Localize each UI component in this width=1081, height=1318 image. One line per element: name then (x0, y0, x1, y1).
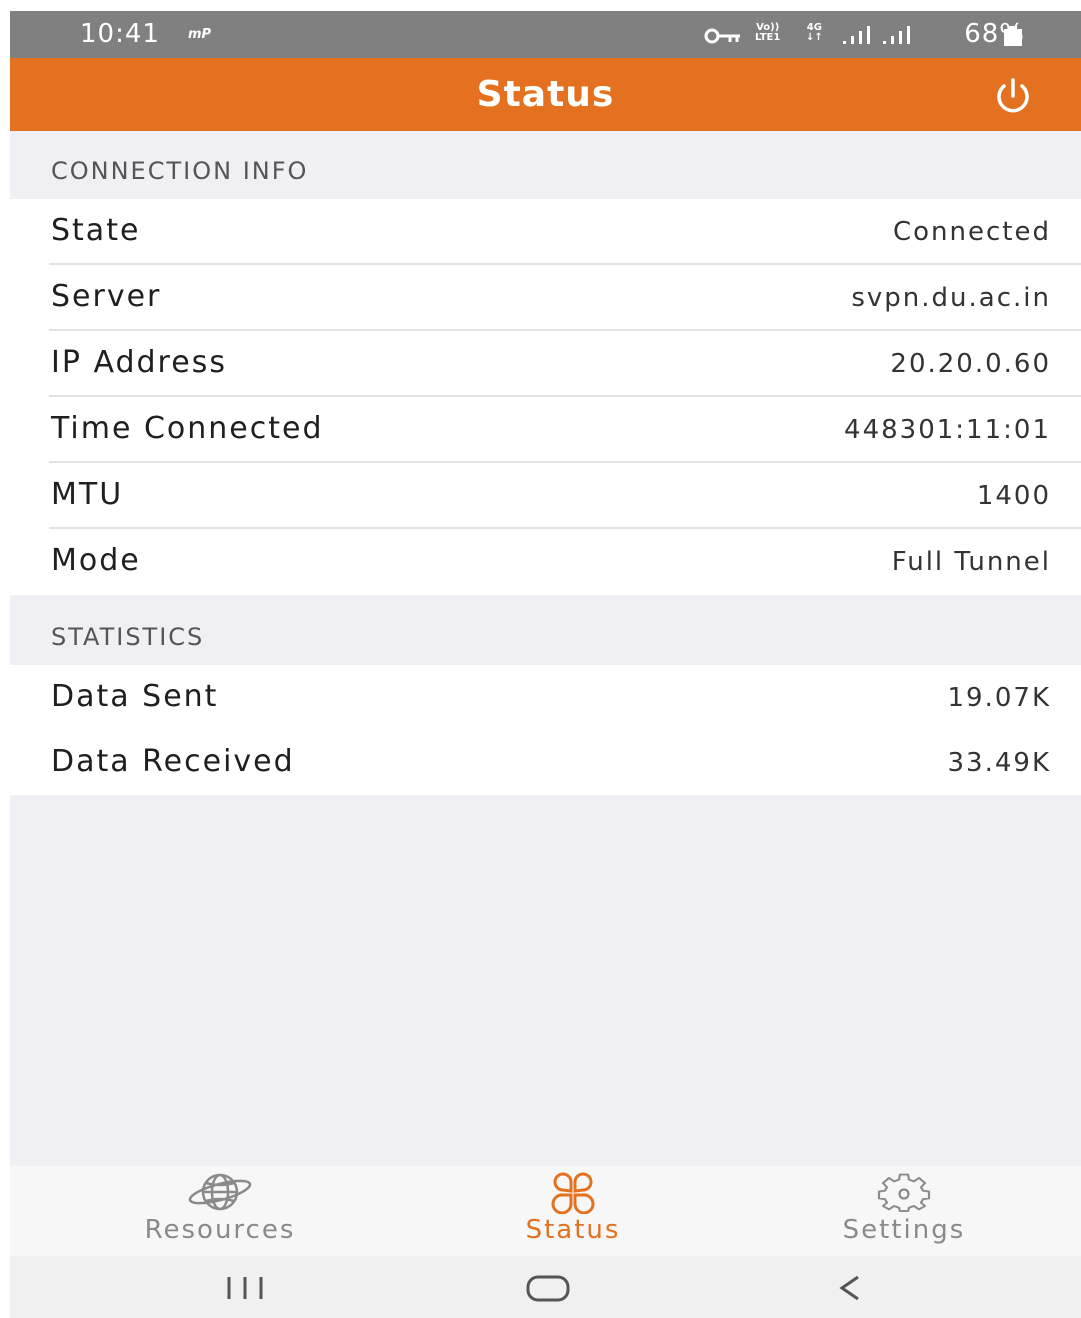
status-bar: 10:41 mP Vo)) LTE1 4G ↓↑ 68% (10, 11, 1081, 58)
tab-bar: Resources Status Settings (10, 1166, 1081, 1256)
list-item: Mode Full Tunnel (10, 529, 1081, 595)
row-label: Server (51, 279, 162, 314)
list-item: State Connected (10, 199, 1081, 265)
signal-icon (843, 26, 873, 50)
key-icon (704, 28, 742, 48)
row-value: 1400 (976, 481, 1051, 511)
list-item: IP Address 20.20.0.60 (10, 331, 1081, 397)
recent-apps-icon[interactable] (206, 1266, 286, 1310)
connection-info-list: State Connected Server svpn.du.ac.in IP … (10, 199, 1081, 595)
list-item: Data Sent 19.07K (10, 665, 1081, 730)
volte-icon: Vo)) LTE1 (755, 22, 781, 43)
row-label: Time Connected (51, 411, 324, 446)
list-item: MTU 1400 (10, 463, 1081, 529)
tab-settings[interactable]: Settings (784, 1166, 1024, 1256)
tab-label: Status (525, 1215, 621, 1245)
row-value: 20.20.0.60 (890, 349, 1051, 379)
row-value: svpn.du.ac.in (851, 283, 1051, 313)
clock: 10:41 (80, 19, 160, 49)
gear-icon (869, 1172, 939, 1218)
row-value: 33.49K (947, 748, 1051, 778)
power-icon[interactable] (993, 76, 1033, 116)
row-label: State (51, 213, 141, 248)
list-item: Data Received 33.49K (10, 730, 1081, 795)
statistics-header: STATISTICS (10, 599, 1081, 665)
row-label: Data Received (51, 744, 295, 779)
system-nav-bar (10, 1256, 1081, 1318)
row-value: 448301:11:01 (844, 415, 1051, 445)
tab-label: Settings (842, 1215, 966, 1245)
list-item: Time Connected 448301:11:01 (10, 397, 1081, 463)
app-bar: Status (10, 58, 1081, 131)
row-label: MTU (51, 477, 124, 512)
tab-resources[interactable]: Resources (90, 1166, 350, 1256)
globe-icon (187, 1172, 253, 1216)
row-value: Full Tunnel (891, 547, 1051, 577)
connection-info-header: CONNECTION INFO (10, 131, 1081, 199)
list-item: Server svpn.du.ac.in (10, 265, 1081, 331)
tab-status[interactable]: Status (463, 1166, 683, 1256)
row-label: IP Address (51, 345, 227, 380)
back-icon[interactable] (810, 1266, 890, 1310)
mp-notification-icon: mP (188, 27, 212, 42)
page-title: Status (476, 74, 615, 115)
battery-icon (1002, 26, 1024, 52)
app-screen: 10:41 mP Vo)) LTE1 4G ↓↑ 68% Status CONN… (10, 11, 1081, 1318)
home-icon[interactable] (508, 1266, 588, 1310)
row-label: Data Sent (51, 679, 219, 714)
statistics-list: Data Sent 19.07K Data Received 33.49K (10, 665, 1081, 795)
tab-label: Resources (144, 1215, 296, 1245)
row-value: 19.07K (947, 683, 1051, 713)
network-type-icon: 4G ↓↑ (806, 22, 823, 43)
signal-icon (883, 26, 913, 50)
row-value: Connected (892, 217, 1051, 247)
row-label: Mode (51, 543, 141, 578)
clover-icon (538, 1172, 608, 1218)
